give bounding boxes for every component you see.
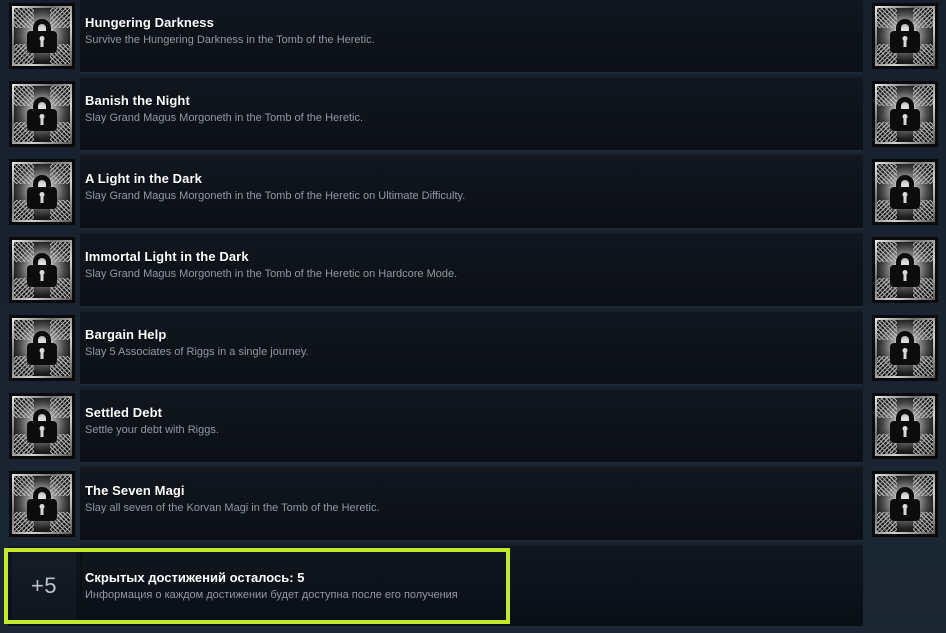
locked-padlock-icon	[9, 81, 75, 147]
locked-padlock-icon	[9, 3, 75, 69]
locked-padlock-art	[875, 84, 935, 144]
achievement-row[interactable]: Settled Debt Settle your debt with Riggs.	[0, 390, 946, 468]
locked-padlock-art	[12, 84, 72, 144]
locked-padlock-icon	[872, 237, 938, 303]
achievement-row[interactable]: The Seven Magi Slay all seven of the Korv…	[0, 468, 946, 546]
frame-border	[12, 162, 72, 222]
locked-padlock-art	[12, 474, 72, 534]
achievement-row[interactable]: A Light in the Dark Slay Grand Magus Morg…	[0, 156, 946, 234]
frame-border	[875, 318, 935, 378]
hidden-achievements-row[interactable]: +5 Скрытых достижений осталось: 5 Информ…	[0, 546, 946, 626]
locked-padlock-art	[12, 162, 72, 222]
achievements-list-page: Hungering Darkness Survive the Hungering …	[0, 0, 946, 633]
achievement-description: Settle your debt with Riggs.	[85, 424, 219, 436]
achievement-description: Slay Grand Magus Morgoneth in the Tomb o…	[85, 112, 363, 124]
frame-border	[875, 474, 935, 534]
frame-border	[12, 318, 72, 378]
locked-padlock-icon	[872, 471, 938, 537]
achievement-title: The Seven Magi	[85, 483, 185, 498]
achievement-text: The Seven Magi Slay all seven of the Korv…	[85, 482, 785, 515]
frame-border	[875, 240, 935, 300]
achievement-text: Bargain Help Slay 5 Associates of Riggs i…	[85, 326, 785, 359]
bottom-strip	[0, 628, 946, 633]
achievement-description: Slay all seven of the Korvan Magi in the…	[85, 502, 380, 514]
frame-border	[12, 240, 72, 300]
frame-border	[875, 162, 935, 222]
achievement-text: Banish the Night Slay Grand Magus Morgone…	[85, 92, 785, 125]
locked-padlock-icon	[9, 237, 75, 303]
achievement-text: A Light in the Dark Slay Grand Magus Morg…	[85, 170, 785, 203]
locked-padlock-art	[875, 6, 935, 66]
locked-padlock-art	[875, 474, 935, 534]
achievement-description: Slay Grand Magus Morgoneth in the Tomb o…	[85, 268, 458, 280]
locked-padlock-icon	[872, 3, 938, 69]
frame-border	[875, 84, 935, 144]
locked-padlock-icon	[872, 393, 938, 459]
achievement-description: Slay 5 Associates of Riggs in a single j…	[85, 346, 309, 358]
achievement-row[interactable]: Hungering Darkness Survive the Hungering …	[0, 0, 946, 78]
frame-border	[12, 84, 72, 144]
locked-padlock-art	[875, 318, 935, 378]
achievement-description: Slay Grand Magus Morgoneth in the Tomb o…	[85, 190, 466, 202]
achievement-title: Banish the Night	[85, 93, 190, 108]
frame-border	[12, 6, 72, 66]
achievement-title: Settled Debt	[85, 405, 163, 420]
locked-padlock-art	[12, 240, 72, 300]
achievement-text: Immortal Light in the Dark Slay Grand Mag…	[85, 248, 785, 281]
frame-border	[12, 474, 72, 534]
achievement-title: A Light in the Dark	[85, 171, 202, 186]
locked-padlock-icon	[872, 315, 938, 381]
locked-padlock-icon	[9, 393, 75, 459]
locked-padlock-art	[12, 6, 72, 66]
achievement-text: Hungering Darkness Survive the Hungering …	[85, 14, 785, 47]
locked-padlock-icon	[9, 159, 75, 225]
hidden-achievements-highlight-box	[4, 548, 510, 624]
achievement-row[interactable]: Immortal Light in the Dark Slay Grand Mag…	[0, 234, 946, 312]
frame-border	[875, 396, 935, 456]
locked-padlock-icon	[872, 159, 938, 225]
achievement-title: Hungering Darkness	[85, 15, 214, 30]
frame-border	[875, 6, 935, 66]
achievement-text: Settled Debt Settle your debt with Riggs.	[85, 404, 785, 437]
frame-border	[12, 396, 72, 456]
locked-padlock-art	[875, 396, 935, 456]
locked-padlock-icon	[9, 471, 75, 537]
achievement-title: Immortal Light in the Dark	[85, 249, 249, 264]
locked-padlock-art	[12, 396, 72, 456]
locked-padlock-art	[875, 240, 935, 300]
locked-padlock-icon	[9, 315, 75, 381]
achievement-row[interactable]: Banish the Night Slay Grand Magus Morgone…	[0, 78, 946, 156]
achievement-description: Survive the Hungering Darkness in the To…	[85, 34, 375, 46]
locked-padlock-icon	[872, 81, 938, 147]
locked-padlock-art	[12, 318, 72, 378]
locked-padlock-art	[875, 162, 935, 222]
achievement-title: Bargain Help	[85, 327, 167, 342]
achievement-row[interactable]: Bargain Help Slay 5 Associates of Riggs i…	[0, 312, 946, 390]
